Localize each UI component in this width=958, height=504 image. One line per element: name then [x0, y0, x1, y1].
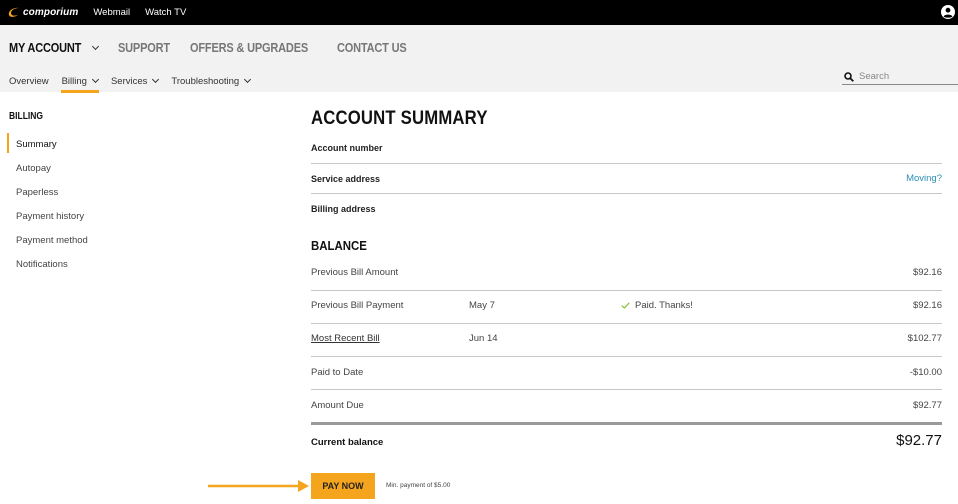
most-recent-bill-link[interactable]: Most Recent Bill — [311, 333, 380, 344]
tab-billing-label: Billing — [61, 75, 87, 87]
tab-troubleshooting-label: Troubleshooting — [171, 75, 240, 87]
nav-support[interactable]: SUPPORT — [118, 41, 170, 55]
user-account-icon[interactable] — [941, 5, 955, 19]
moving-link[interactable]: Moving? — [906, 173, 942, 184]
nav-my-account[interactable]: MY ACCOUNT — [9, 41, 81, 55]
previous-bill-payment-date: May 7 — [469, 300, 495, 311]
previous-bill-amount-label: Previous Bill Amount — [311, 267, 399, 278]
service-address-label: Service address — [311, 174, 381, 184]
brand-name: comporium — [23, 7, 79, 18]
nav-area: MY ACCOUNT SUPPORT OFFERS & UPGRADES CON… — [0, 25, 958, 93]
divider — [311, 163, 942, 164]
balance-heading: BALANCE — [311, 238, 367, 253]
divider — [311, 290, 942, 291]
current-balance-value: $92.77 — [896, 432, 942, 449]
total-divider — [311, 422, 942, 425]
sidebar-item-notifications[interactable]: Notifications — [16, 259, 68, 270]
search-placeholder: Search — [859, 71, 890, 82]
pay-now-button[interactable]: PAY NOW — [311, 473, 375, 499]
previous-bill-amount-value: $92.16 — [912, 267, 942, 278]
divider — [311, 323, 942, 324]
nav-offers-upgrades[interactable]: OFFERS & UPGRADES — [190, 41, 308, 55]
sidebar-item-payment-history[interactable]: Payment history — [16, 211, 84, 222]
payment-status: Paid. Thanks! — [621, 300, 693, 311]
tab-billing[interactable]: Billing — [60, 71, 100, 93]
chevron-down-icon — [91, 75, 99, 84]
tab-services[interactable]: Services — [110, 71, 160, 91]
tab-services-label: Services — [110, 75, 148, 87]
sidebar-item-paperless[interactable]: Paperless — [16, 187, 58, 198]
brand-logo[interactable]: comporium — [7, 7, 78, 18]
sidebar-heading: BILLING — [9, 111, 43, 122]
divider — [311, 389, 942, 390]
search-input[interactable]: Search — [842, 69, 958, 85]
most-recent-bill-value: $102.77 — [907, 333, 942, 344]
account-number-label: Account number — [311, 143, 383, 153]
watch-tv-link[interactable]: Watch TV — [145, 7, 186, 18]
previous-bill-payment-value: $92.16 — [912, 300, 942, 311]
min-payment-note: Min. payment of $5.00 — [386, 482, 451, 489]
chevron-down-icon[interactable] — [91, 42, 100, 50]
sidebar-item-payment-method[interactable]: Payment method — [16, 235, 88, 246]
divider — [311, 193, 942, 194]
amount-due-value: $92.77 — [912, 400, 942, 411]
primary-nav: MY ACCOUNT SUPPORT OFFERS & UPGRADES CON… — [9, 41, 429, 55]
comporium-swoosh-icon — [8, 7, 19, 17]
top-bar: comporium Webmail Watch TV — [0, 0, 958, 25]
sidebar-item-autopay[interactable]: Autopay — [16, 163, 51, 174]
current-balance-label: Current balance — [311, 437, 384, 448]
divider — [311, 356, 942, 357]
page-title: ACCOUNT SUMMARY — [311, 108, 488, 129]
sidebar-item-summary[interactable]: Summary — [16, 139, 57, 150]
arrow-right-icon — [208, 480, 309, 492]
paid-to-date-value: -$10.00 — [909, 367, 942, 378]
webmail-link[interactable]: Webmail — [93, 7, 130, 18]
tab-overview-label: Overview — [9, 75, 49, 87]
nav-contact-us[interactable]: CONTACT US — [337, 41, 407, 55]
most-recent-bill-date: Jun 14 — [469, 333, 498, 344]
check-icon — [621, 302, 630, 309]
billing-address-label: Billing address — [311, 204, 376, 214]
payment-status-text: Paid. Thanks! — [635, 300, 693, 311]
paid-to-date-label: Paid to Date — [311, 367, 364, 378]
previous-bill-payment-label: Previous Bill Payment — [311, 300, 404, 311]
secondary-nav: Overview Billing Services Troubleshootin… — [9, 71, 263, 93]
chevron-down-icon — [152, 75, 160, 84]
chevron-down-icon — [244, 75, 252, 84]
tab-overview[interactable]: Overview — [9, 71, 49, 91]
search-icon — [844, 71, 854, 82]
tab-troubleshooting[interactable]: Troubleshooting — [171, 71, 252, 91]
amount-due-label: Amount Due — [311, 400, 364, 411]
active-indicator — [7, 133, 9, 153]
